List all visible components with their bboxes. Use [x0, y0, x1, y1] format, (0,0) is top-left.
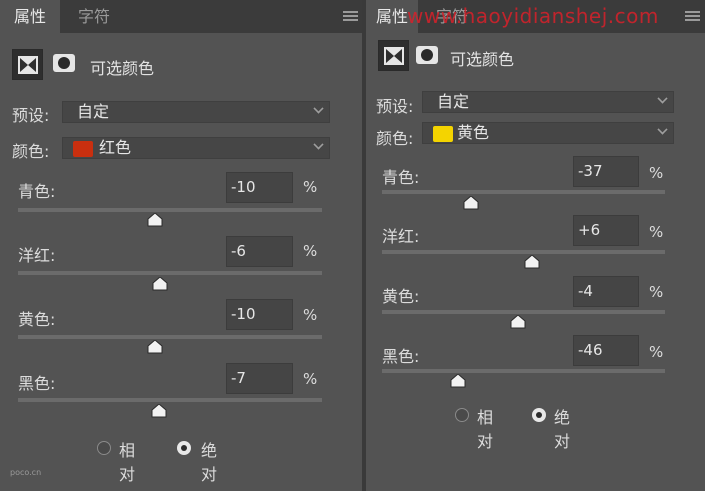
- site-watermark: www.haoyidianshej.com: [407, 4, 659, 28]
- percent-sign: %: [649, 343, 664, 361]
- cyan-value-field[interactable]: -10: [226, 172, 293, 203]
- radio-relative[interactable]: [97, 441, 111, 455]
- adjustment-icon-button[interactable]: [378, 40, 409, 71]
- percent-sign: %: [649, 223, 664, 241]
- slider-track[interactable]: [18, 335, 322, 339]
- slider-thumb[interactable]: [151, 404, 167, 418]
- adjustment-icon-button[interactable]: [12, 49, 43, 80]
- slider-thumb[interactable]: [463, 196, 479, 210]
- cyan-value-field[interactable]: -37: [573, 156, 639, 187]
- chevron-down-icon: [657, 93, 668, 104]
- black-value-field[interactable]: -46: [573, 335, 639, 366]
- poco-watermark: poco.cn: [10, 468, 42, 477]
- color-value: 红色: [99, 138, 132, 157]
- panel-menu-icon[interactable]: [685, 11, 700, 22]
- yellow-value-field[interactable]: -10: [226, 299, 293, 330]
- properties-panel-left: 属性 字符 可选颜色 预设: 自定 颜色: 红色 青色: -10 % 洋红: -…: [0, 0, 362, 491]
- magenta-value-field[interactable]: +6: [573, 215, 639, 246]
- preset-label: 预设:: [376, 97, 414, 116]
- slider-label-cyan: 青色:: [382, 168, 420, 187]
- properties-panel-right: 属性 字符 可选颜色 预设: 自定 颜色: 黄色 青色: -37 % 洋红: +…: [366, 0, 705, 491]
- color-value: 黄色: [457, 123, 490, 142]
- slider-thumb[interactable]: [152, 277, 168, 291]
- mask-circle-icon: [58, 57, 70, 69]
- slider-track[interactable]: [382, 190, 665, 194]
- slider-track[interactable]: [18, 271, 322, 275]
- percent-sign: %: [303, 178, 318, 196]
- color-dropdown[interactable]: 红色: [62, 137, 330, 159]
- slider-thumb[interactable]: [450, 374, 466, 388]
- mask-circle-icon: [421, 49, 433, 61]
- slider-thumb[interactable]: [510, 315, 526, 329]
- radio-absolute[interactable]: [177, 441, 191, 455]
- slider-thumb[interactable]: [524, 255, 540, 269]
- percent-sign: %: [649, 164, 664, 182]
- preset-dropdown[interactable]: 自定: [422, 91, 674, 113]
- slider-track[interactable]: [382, 310, 665, 314]
- slider-track[interactable]: [18, 208, 322, 212]
- slider-label-magenta: 洋红:: [18, 246, 56, 265]
- slider-label-cyan: 青色:: [18, 182, 56, 201]
- chevron-down-icon: [313, 103, 324, 114]
- radio-absolute-label: 绝对: [201, 441, 218, 484]
- panel-menu-icon[interactable]: [343, 11, 358, 22]
- slider-label-black: 黑色:: [382, 347, 420, 366]
- slider-thumb[interactable]: [147, 213, 163, 227]
- radio-absolute[interactable]: [532, 408, 546, 422]
- preset-value: 自定: [437, 92, 470, 111]
- panel-tab-bar: 属性 字符: [0, 0, 362, 33]
- selective-color-icon: [18, 56, 38, 74]
- yellow-value-field[interactable]: -4: [573, 276, 639, 307]
- selective-color-icon: [384, 47, 404, 65]
- chevron-down-icon: [657, 124, 668, 135]
- radio-relative-label: 相对: [119, 441, 136, 484]
- color-label: 颜色:: [376, 129, 414, 148]
- adjustment-title: 可选颜色: [450, 50, 515, 69]
- slider-label-yellow: 黄色:: [18, 310, 56, 329]
- preset-dropdown[interactable]: 自定: [62, 101, 330, 123]
- slider-track[interactable]: [382, 369, 665, 373]
- color-dropdown[interactable]: 黄色: [422, 122, 674, 144]
- black-value-field[interactable]: -7: [226, 363, 293, 394]
- radio-absolute-label: 绝对: [554, 408, 571, 451]
- slider-track[interactable]: [382, 250, 665, 254]
- percent-sign: %: [303, 306, 318, 324]
- slider-thumb[interactable]: [147, 340, 163, 354]
- layer-mask-button[interactable]: [50, 51, 78, 77]
- tab-character[interactable]: 字符: [60, 0, 128, 33]
- tab-properties[interactable]: 属性: [0, 0, 60, 33]
- percent-sign: %: [303, 242, 318, 260]
- chevron-down-icon: [313, 139, 324, 150]
- slider-label-yellow: 黄色:: [382, 287, 420, 306]
- magenta-value-field[interactable]: -6: [226, 236, 293, 267]
- layer-mask-button[interactable]: [413, 43, 441, 69]
- slider-track[interactable]: [18, 398, 322, 402]
- radio-relative-label: 相对: [477, 408, 494, 451]
- percent-sign: %: [649, 283, 664, 301]
- slider-label-black: 黑色:: [18, 374, 56, 393]
- adjustment-title: 可选颜色: [90, 59, 155, 78]
- preset-value: 自定: [77, 102, 110, 121]
- percent-sign: %: [303, 370, 318, 388]
- color-swatch: [73, 141, 93, 157]
- preset-label: 预设:: [12, 106, 50, 125]
- color-swatch: [433, 126, 453, 142]
- slider-label-magenta: 洋红:: [382, 227, 420, 246]
- color-label: 颜色:: [12, 142, 50, 161]
- radio-relative[interactable]: [455, 408, 469, 422]
